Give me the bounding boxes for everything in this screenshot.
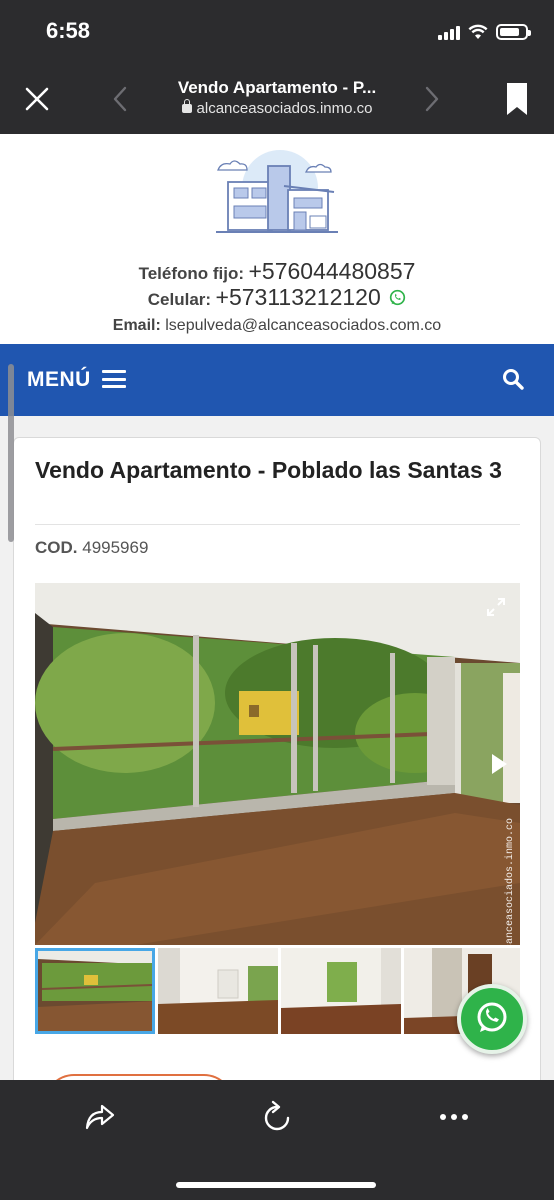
status-time: 6:58 — [46, 18, 91, 43]
whatsapp-icon — [477, 1002, 507, 1032]
email-label: Email: — [112, 317, 161, 334]
home-indicator[interactable] — [176, 1182, 376, 1188]
whatsapp-icon[interactable] — [389, 289, 406, 306]
status-icons — [438, 24, 531, 40]
bookmark-icon[interactable] — [506, 82, 528, 116]
browser-toolbar — [0, 1080, 554, 1200]
more-icon[interactable] — [440, 1114, 468, 1122]
email-address[interactable]: lsepulveda@alcanceasociados.com.co — [165, 317, 441, 334]
property-code-value: 4995969 — [82, 538, 149, 557]
wifi-icon — [468, 24, 488, 39]
chevron-right-icon[interactable] — [422, 84, 442, 114]
divider — [35, 524, 520, 525]
menu-bar: MENÚ — [0, 344, 554, 416]
browser-url[interactable]: alcanceasociados.inmo.co — [150, 99, 404, 117]
fixed-phone-label: Teléfono fijo: — [138, 264, 245, 283]
search-icon[interactable] — [502, 368, 524, 390]
fixed-phone-number[interactable]: +576044480857 — [248, 258, 415, 284]
menu-button[interactable]: MENÚ — [27, 368, 91, 392]
company-logo[interactable] — [210, 148, 344, 240]
living-room-photo — [35, 583, 520, 945]
hamburger-icon[interactable] — [102, 370, 126, 388]
thumbnail-3[interactable] — [281, 948, 401, 1034]
site-header: Teléfono fijo: +576044480857 Celular: +5… — [0, 134, 554, 344]
property-code: COD. 4995969 — [35, 538, 148, 558]
photo-thumbnails — [35, 948, 520, 1034]
chevron-left-icon[interactable] — [110, 84, 130, 114]
scroll-indicator[interactable] — [8, 364, 14, 542]
main-property-photo[interactable]: alcanceasociados.inmo.co — [35, 583, 520, 945]
next-photo-icon[interactable] — [490, 753, 508, 775]
web-page: Teléfono fijo: +576044480857 Celular: +5… — [0, 134, 554, 1080]
status-bar: 6:58 — [0, 0, 554, 66]
browser-header: Vendo Apartamento - P... alcanceasociado… — [0, 66, 554, 134]
url-text: alcanceasociados.inmo.co — [196, 100, 373, 117]
thumbnail-1[interactable] — [35, 948, 155, 1034]
property-code-label: COD. — [35, 538, 78, 557]
property-card: Vendo Apartamento - Poblado las Santas 3… — [13, 437, 541, 1080]
expand-icon[interactable] — [486, 597, 506, 617]
property-title: Vendo Apartamento - Poblado las Santas 3 — [35, 457, 502, 483]
email-line: Email: lsepulveda@alcanceasociados.com.c… — [0, 317, 554, 335]
fixed-phone-line: Teléfono fijo: +576044480857 — [0, 258, 554, 285]
mobile-phone-line: Celular: +573113212120 — [0, 284, 554, 311]
share-icon[interactable] — [84, 1100, 116, 1132]
reload-icon[interactable] — [262, 1100, 292, 1132]
photo-watermark: alcanceasociados.inmo.co — [505, 818, 516, 945]
close-icon[interactable] — [22, 84, 52, 114]
battery-icon — [496, 24, 531, 40]
thumbnail-2[interactable] — [158, 948, 278, 1034]
cellular-signal-icon — [438, 24, 460, 40]
mobile-label: Celular: — [147, 290, 212, 309]
browser-page-title: Vendo Apartamento - P... — [177, 78, 377, 97]
mobile-number[interactable]: +573113212120 — [216, 284, 381, 310]
lock-icon — [181, 99, 192, 113]
whatsapp-float-button[interactable] — [457, 984, 527, 1054]
